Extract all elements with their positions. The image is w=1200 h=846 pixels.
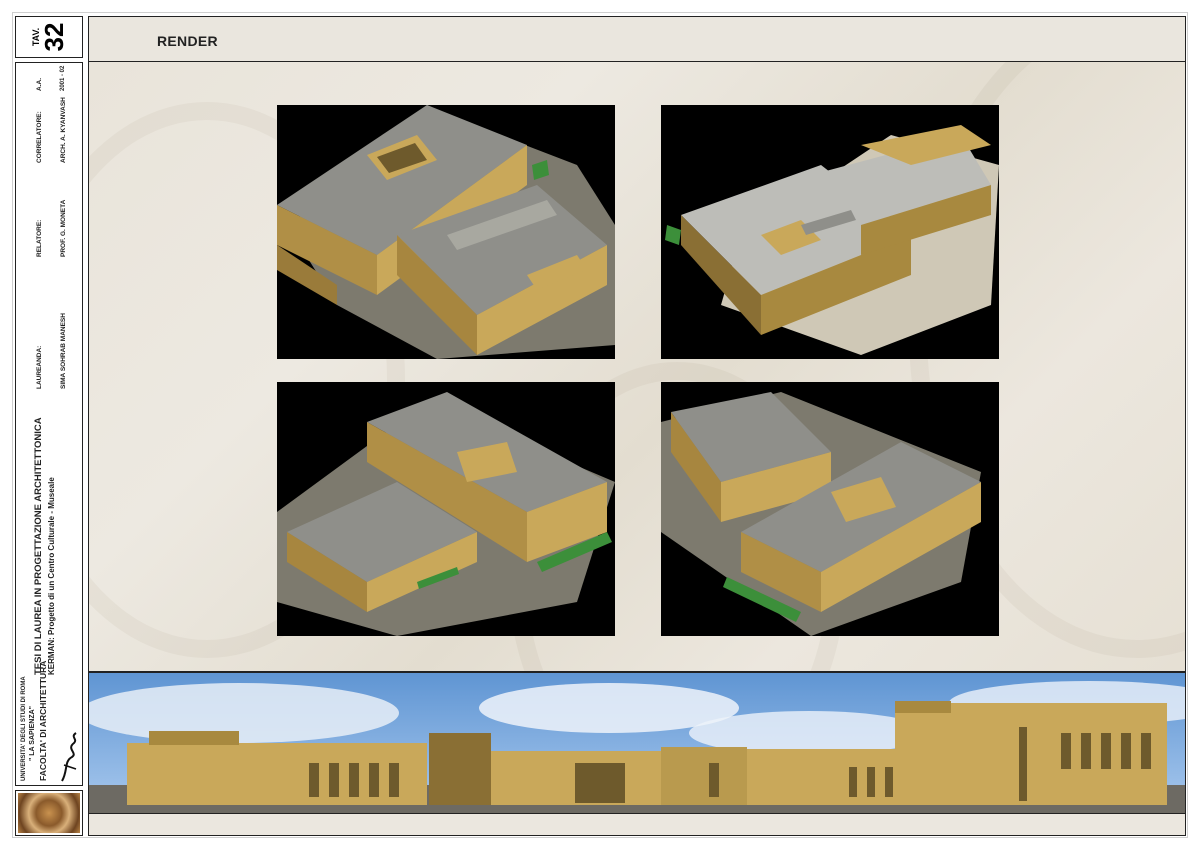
- faculty-logo: [15, 790, 83, 836]
- sheet-number-box: TAV. 32: [15, 16, 83, 58]
- tav-number: 32: [39, 22, 69, 52]
- university-label: UNIVERSITA' DEGLI STUDI DI ROMA: [21, 676, 27, 781]
- correlatore-name: ARCH. A. KYANVASH: [60, 97, 67, 163]
- aa-value: 2001 - 02: [60, 65, 66, 91]
- elevation-render: [88, 672, 1186, 814]
- render-view-2: [661, 105, 999, 359]
- render-view-1: [277, 105, 615, 359]
- sheet-number: TAV. 32: [31, 22, 69, 52]
- render-view-4: [661, 382, 999, 636]
- signature-mark: [61, 732, 77, 782]
- render-panel: [88, 62, 1186, 672]
- title-block: UNIVERSITA' DEGLI STUDI DI ROMA " LA SAP…: [15, 62, 83, 786]
- correlatore-label: CORRELATORE:: [36, 111, 43, 163]
- laureanda-label: LAUREANDA:: [36, 345, 43, 389]
- laureanda-name: SIMA SOHRAB MANESH: [60, 313, 67, 389]
- relatore-label: RELATORE:: [36, 219, 43, 257]
- sheet-footer: [88, 814, 1186, 836]
- section-title: RENDER: [157, 33, 218, 49]
- university-name: " LA SAPIENZA": [29, 706, 36, 761]
- aa-label: A.A.: [36, 78, 43, 91]
- relatore-name: PROF. G. MONETA: [60, 199, 67, 257]
- thesis-title: TESI DI LAUREA IN PROGETTAZIONE ARCHITET…: [33, 417, 44, 675]
- project-title: KERMAN: Progetto di un Centro Culturale …: [47, 477, 56, 675]
- render-view-3: [277, 382, 615, 636]
- faculty-label: FACOLTA' DI ARCHITETTURA: [38, 660, 48, 781]
- sheet-header: RENDER: [88, 16, 1186, 62]
